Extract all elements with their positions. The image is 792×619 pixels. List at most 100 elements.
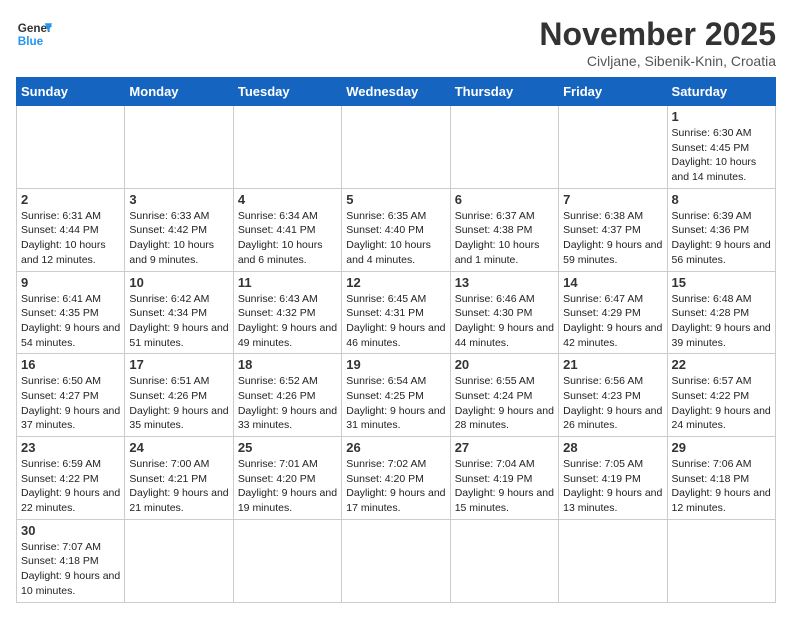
calendar-cell (125, 106, 233, 189)
day-info: Sunrise: 6:50 AM Sunset: 4:27 PM Dayligh… (21, 374, 120, 433)
calendar-cell: 22 Sunrise: 6:57 AM Sunset: 4:22 PM Dayli… (667, 354, 775, 437)
weekday-header-wednesday: Wednesday (342, 78, 450, 106)
calendar-cell: 19Sunrise: 6:54 AM Sunset: 4:25 PM Dayli… (342, 354, 450, 437)
calendar-cell (342, 106, 450, 189)
month-title: November 2025 (539, 16, 776, 53)
week-row-0: 1 Sunrise: 6:30 AM Sunset: 4:45 PM Daylig… (17, 106, 776, 189)
weekday-header-monday: Monday (125, 78, 233, 106)
day-number: 19 (346, 357, 445, 372)
day-number: 12 (346, 275, 445, 290)
calendar-cell (559, 106, 667, 189)
logo-icon: General Blue (16, 16, 52, 52)
calendar-cell (559, 519, 667, 602)
calendar-cell: 23 Sunrise: 6:59 AM Sunset: 4:22 PM Dayli… (17, 437, 125, 520)
day-info: Sunrise: 6:35 AM Sunset: 4:40 PM Dayligh… (346, 209, 445, 268)
day-number: 29 (672, 440, 771, 455)
weekday-header-thursday: Thursday (450, 78, 558, 106)
day-info: Sunrise: 7:00 AM Sunset: 4:21 PM Dayligh… (129, 457, 228, 516)
page-header: General Blue November 2025 Civljane, Sib… (16, 16, 776, 69)
calendar-cell: 25Sunrise: 7:01 AM Sunset: 4:20 PM Dayli… (233, 437, 341, 520)
calendar-cell: 14Sunrise: 6:47 AM Sunset: 4:29 PM Dayli… (559, 271, 667, 354)
day-number: 4 (238, 192, 337, 207)
day-number: 30 (21, 523, 120, 538)
day-number: 18 (238, 357, 337, 372)
day-info: Sunrise: 6:47 AM Sunset: 4:29 PM Dayligh… (563, 292, 662, 351)
week-row-4: 23 Sunrise: 6:59 AM Sunset: 4:22 PM Dayli… (17, 437, 776, 520)
day-number: 9 (21, 275, 120, 290)
location: Civljane, Sibenik-Knin, Croatia (539, 53, 776, 69)
calendar-cell (450, 519, 558, 602)
calendar-cell: 27Sunrise: 7:04 AM Sunset: 4:19 PM Dayli… (450, 437, 558, 520)
day-number: 17 (129, 357, 228, 372)
calendar-cell: 16 Sunrise: 6:50 AM Sunset: 4:27 PM Dayli… (17, 354, 125, 437)
weekday-header-row: SundayMondayTuesdayWednesdayThursdayFrid… (17, 78, 776, 106)
calendar-cell: 29 Sunrise: 7:06 AM Sunset: 4:18 PM Dayli… (667, 437, 775, 520)
weekday-header-tuesday: Tuesday (233, 78, 341, 106)
weekday-header-sunday: Sunday (17, 78, 125, 106)
calendar-cell: 20 Sunrise: 6:55 AM Sunset: 4:24 PM Dayli… (450, 354, 558, 437)
calendar-cell: 9Sunrise: 6:41 AM Sunset: 4:35 PM Daylig… (17, 271, 125, 354)
calendar-cell (233, 519, 341, 602)
day-info: Sunrise: 6:46 AM Sunset: 4:30 PM Dayligh… (455, 292, 554, 351)
day-number: 16 (21, 357, 120, 372)
day-number: 25 (238, 440, 337, 455)
day-info: Sunrise: 6:39 AM Sunset: 4:36 PM Dayligh… (672, 209, 771, 268)
week-row-3: 16 Sunrise: 6:50 AM Sunset: 4:27 PM Dayli… (17, 354, 776, 437)
day-number: 2 (21, 192, 120, 207)
calendar-cell: 3 Sunrise: 6:33 AM Sunset: 4:42 PM Daylig… (125, 188, 233, 271)
calendar-cell (667, 519, 775, 602)
calendar-cell: 24Sunrise: 7:00 AM Sunset: 4:21 PM Dayli… (125, 437, 233, 520)
day-info: Sunrise: 6:45 AM Sunset: 4:31 PM Dayligh… (346, 292, 445, 351)
calendar-cell (233, 106, 341, 189)
day-info: Sunrise: 7:05 AM Sunset: 4:19 PM Dayligh… (563, 457, 662, 516)
day-info: Sunrise: 6:48 AM Sunset: 4:28 PM Dayligh… (672, 292, 771, 351)
calendar-cell: 10 Sunrise: 6:42 AM Sunset: 4:34 PM Dayli… (125, 271, 233, 354)
title-area: November 2025 Civljane, Sibenik-Knin, Cr… (539, 16, 776, 69)
calendar-cell: 15Sunrise: 6:48 AM Sunset: 4:28 PM Dayli… (667, 271, 775, 354)
day-info: Sunrise: 6:57 AM Sunset: 4:22 PM Dayligh… (672, 374, 771, 433)
day-number: 1 (672, 109, 771, 124)
day-number: 11 (238, 275, 337, 290)
calendar-table: SundayMondayTuesdayWednesdayThursdayFrid… (16, 77, 776, 603)
calendar-cell: 26 Sunrise: 7:02 AM Sunset: 4:20 PM Dayli… (342, 437, 450, 520)
day-info: Sunrise: 6:42 AM Sunset: 4:34 PM Dayligh… (129, 292, 228, 351)
day-number: 22 (672, 357, 771, 372)
calendar-cell: 1 Sunrise: 6:30 AM Sunset: 4:45 PM Daylig… (667, 106, 775, 189)
day-number: 21 (563, 357, 662, 372)
calendar-cell (342, 519, 450, 602)
day-number: 23 (21, 440, 120, 455)
day-info: Sunrise: 7:06 AM Sunset: 4:18 PM Dayligh… (672, 457, 771, 516)
logo: General Blue (16, 16, 52, 52)
day-number: 5 (346, 192, 445, 207)
day-info: Sunrise: 6:30 AM Sunset: 4:45 PM Dayligh… (672, 126, 771, 185)
day-number: 26 (346, 440, 445, 455)
day-info: Sunrise: 6:51 AM Sunset: 4:26 PM Dayligh… (129, 374, 228, 433)
day-number: 28 (563, 440, 662, 455)
calendar-cell: 13 Sunrise: 6:46 AM Sunset: 4:30 PM Dayli… (450, 271, 558, 354)
weekday-header-friday: Friday (559, 78, 667, 106)
day-info: Sunrise: 7:02 AM Sunset: 4:20 PM Dayligh… (346, 457, 445, 516)
day-info: Sunrise: 6:43 AM Sunset: 4:32 PM Dayligh… (238, 292, 337, 351)
day-number: 8 (672, 192, 771, 207)
day-info: Sunrise: 6:56 AM Sunset: 4:23 PM Dayligh… (563, 374, 662, 433)
day-info: Sunrise: 7:07 AM Sunset: 4:18 PM Dayligh… (21, 540, 120, 599)
day-info: Sunrise: 6:59 AM Sunset: 4:22 PM Dayligh… (21, 457, 120, 516)
calendar-cell: 11 Sunrise: 6:43 AM Sunset: 4:32 PM Dayli… (233, 271, 341, 354)
calendar-cell: 7Sunrise: 6:38 AM Sunset: 4:37 PM Daylig… (559, 188, 667, 271)
day-info: Sunrise: 6:55 AM Sunset: 4:24 PM Dayligh… (455, 374, 554, 433)
day-number: 20 (455, 357, 554, 372)
svg-text:Blue: Blue (18, 35, 44, 48)
calendar-cell: 30 Sunrise: 7:07 AM Sunset: 4:18 PM Dayli… (17, 519, 125, 602)
calendar-cell: 21 Sunrise: 6:56 AM Sunset: 4:23 PM Dayli… (559, 354, 667, 437)
day-number: 13 (455, 275, 554, 290)
day-number: 3 (129, 192, 228, 207)
week-row-5: 30 Sunrise: 7:07 AM Sunset: 4:18 PM Dayli… (17, 519, 776, 602)
day-info: Sunrise: 7:04 AM Sunset: 4:19 PM Dayligh… (455, 457, 554, 516)
day-number: 6 (455, 192, 554, 207)
weekday-header-saturday: Saturday (667, 78, 775, 106)
day-info: Sunrise: 6:34 AM Sunset: 4:41 PM Dayligh… (238, 209, 337, 268)
calendar-cell (450, 106, 558, 189)
day-info: Sunrise: 6:33 AM Sunset: 4:42 PM Dayligh… (129, 209, 228, 268)
day-info: Sunrise: 6:31 AM Sunset: 4:44 PM Dayligh… (21, 209, 120, 268)
day-number: 10 (129, 275, 228, 290)
